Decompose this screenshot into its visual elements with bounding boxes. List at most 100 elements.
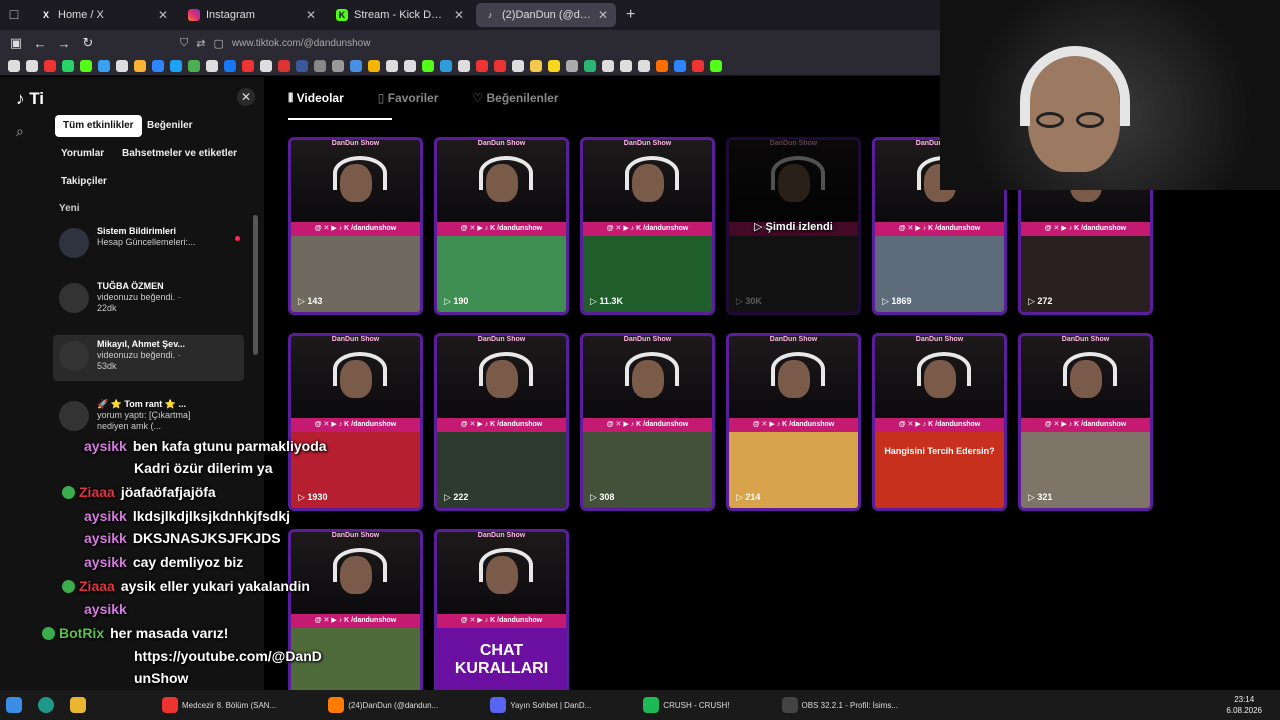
bookmark-icon[interactable] (620, 59, 632, 72)
filter-all-activity[interactable]: Tüm etkinlikler (55, 115, 142, 137)
bookmark-icon[interactable] (656, 59, 668, 72)
bookmark-icon[interactable] (8, 59, 20, 72)
video-thumbnail[interactable]: DanDun Show @ ✕ ▶ ♪ K /dandunshow ▷ 321 (1018, 333, 1153, 511)
bookmark-icon[interactable] (152, 59, 164, 72)
close-tab-icon[interactable]: ✕ (158, 8, 168, 22)
bookmark-icon[interactable] (242, 59, 254, 72)
bookmark-icon[interactable] (44, 59, 56, 72)
bookmark-icon[interactable] (566, 59, 578, 72)
bookmark-icon[interactable] (80, 59, 92, 72)
start-button[interactable] (0, 694, 32, 716)
notification-item[interactable]: 🚀 ⭐ Tom rant ⭐ ... yorum yaptı: [Çıkartm… (53, 395, 244, 441)
bookmark-icon[interactable] (368, 59, 380, 72)
bookmark-icon[interactable] (224, 59, 236, 72)
glasses (1030, 112, 1120, 128)
notification-item[interactable]: Mikayıl, Ahmet Şev... videonuzu beğendi.… (53, 335, 244, 381)
bookmark-icon[interactable] (386, 59, 398, 72)
bookmark-icon[interactable] (332, 59, 344, 72)
bookmark-icon[interactable] (476, 59, 488, 72)
notification-item[interactable]: Sistem Bildirimleri Hesap Güncellemeleri… (53, 222, 244, 268)
bookmark-icon[interactable] (530, 59, 542, 72)
video-thumbnail[interactable]: DanDun Show @ ✕ ▶ ♪ K /dandunshow ▷ 11.3K (580, 137, 715, 315)
bookmark-icon[interactable] (206, 59, 218, 72)
edge-button[interactable] (32, 694, 64, 716)
show-logo: DanDun Show (769, 140, 818, 147)
tiktok-logo[interactable]: ♪ Ti (16, 89, 44, 109)
new-tab-icon[interactable]: + (626, 6, 635, 24)
chat-username: Ziaaa (79, 484, 115, 500)
bookmark-icon[interactable] (512, 59, 524, 72)
bookmark-icon[interactable] (134, 59, 146, 72)
notification-item[interactable]: TUĞBA ÖZMEN videonuzu beğendi. · 22dk (53, 277, 244, 323)
close-icon[interactable]: ✕ (237, 88, 255, 106)
bookmark-icon[interactable] (314, 59, 326, 72)
close-tab-icon[interactable]: ✕ (454, 8, 464, 22)
tab-instagram[interactable]: Instagram ✕ (180, 3, 324, 27)
bookmark-icon[interactable] (278, 59, 290, 72)
tab-x[interactable]: X Home / X ✕ (32, 3, 176, 27)
address-bar[interactable]: ⛉ ⇄ ▢ www.tiktok.com/@dandunshow (180, 37, 370, 50)
video-thumbnail[interactable]: DanDun Show @ ✕ ▶ ♪ K /dandunshow ▷ 1930 (288, 333, 423, 511)
video-thumbnail[interactable]: DanDun Show @ ✕ ▶ ♪ K /dandunshow (288, 529, 423, 707)
tab-liked[interactable]: ♡ Beğenilenler (472, 91, 558, 106)
tab-kick-dashboard[interactable]: K Stream - Kick Dashboard ✕ (328, 3, 472, 27)
bookmark-icon[interactable] (584, 59, 596, 72)
bookmark-icon[interactable] (638, 59, 650, 72)
scrollbar[interactable] (253, 215, 258, 355)
bookmark-icon[interactable] (440, 59, 452, 72)
bookmark-icon[interactable] (404, 59, 416, 72)
tab-videos[interactable]: ⦀ Videolar (288, 91, 344, 106)
filter-comments[interactable]: Yorumlar (53, 143, 112, 165)
taskbar-app[interactable]: Medcezir 8. Bölüm (SAN... (156, 694, 282, 716)
back-icon[interactable]: ← (28, 36, 52, 51)
bookmark-icon[interactable] (494, 59, 506, 72)
bookmark-icon[interactable] (62, 59, 74, 72)
filter-mentions-tags[interactable]: Bahsetmeler ve etiketler (114, 143, 245, 165)
tab-list-icon[interactable]: ☐ (0, 8, 28, 22)
bookmark-icon[interactable] (98, 59, 110, 72)
bookmark-icon[interactable] (710, 59, 722, 72)
close-tab-icon[interactable]: ✕ (306, 8, 316, 22)
bookmark-icon[interactable] (548, 59, 560, 72)
video-thumbnail[interactable]: DanDun Show @ ✕ ▶ ♪ K /dandunshow ▷ 214 (726, 333, 861, 511)
bookmark-icon[interactable] (674, 59, 686, 72)
close-tab-icon[interactable]: ✕ (598, 8, 608, 22)
tab-favorites[interactable]: ▯ Favoriler (378, 91, 439, 106)
bookmark-icon[interactable] (26, 59, 38, 72)
reload-icon[interactable]: ↻ (76, 35, 100, 51)
bookmark-icon[interactable] (602, 59, 614, 72)
bookmark-icon[interactable] (170, 59, 182, 72)
video-thumbnail[interactable]: DanDun Show @ ✕ ▶ ♪ K /dandunshow ▷ 143 (288, 137, 423, 315)
tab-tiktok[interactable]: ♪ (2)DanDun (@dandunshow) | T... ✕ (476, 3, 616, 27)
video-thumbnail[interactable]: DanDun Show @ ✕ ▶ ♪ K /dandunshow CHAT KUR… (434, 529, 569, 707)
taskbar-app[interactable]: (24)DanDun (@dandun... (322, 694, 444, 716)
video-thumbnail[interactable]: DanDun Show @ ✕ ▶ ♪ K /dandunshow Hangisin… (872, 333, 1007, 511)
system-clock[interactable]: 23:14 6.08.2026 (1226, 694, 1262, 716)
bookmark-icon[interactable] (188, 59, 200, 72)
show-logo: DanDun Show (623, 336, 672, 343)
search-icon[interactable]: ⌕ (16, 123, 34, 141)
bookmark-icon[interactable] (116, 59, 128, 72)
filter-likes[interactable]: Beğeniler (139, 115, 201, 137)
video-thumbnail[interactable]: DanDun Show @ ✕ ▶ ♪ K /dandunshow ▷ 308 (580, 333, 715, 511)
taskbar-app[interactable]: Yayın Sohbet | DanD... (484, 694, 597, 716)
video-thumbnail[interactable]: DanDun Show @ ✕ ▶ ♪ K /dandunshow ▷ 190 (434, 137, 569, 315)
avatar[interactable] (59, 283, 89, 313)
explorer-button[interactable] (64, 694, 96, 716)
forward-icon[interactable]: → (52, 36, 76, 51)
bookmark-icon[interactable] (350, 59, 362, 72)
avatar[interactable] (59, 401, 89, 431)
avatar[interactable] (59, 341, 89, 371)
bookmark-icon[interactable] (260, 59, 272, 72)
windows-taskbar: Medcezir 8. Bölüm (SAN... (24)DanDun (@da… (0, 690, 1280, 720)
sidebar-toggle-icon[interactable]: ▣ (4, 35, 28, 51)
taskbar-app[interactable]: OBS 32.2.1 - Profil: İsims... (776, 694, 904, 716)
video-thumbnail[interactable]: DanDun Show @ ✕ ▶ ♪ K /dandunshow ▷ 222 (434, 333, 569, 511)
bookmark-icon[interactable] (458, 59, 470, 72)
bookmark-icon[interactable] (692, 59, 704, 72)
filter-followers[interactable]: Takipçiler (53, 171, 115, 193)
bookmark-icon[interactable] (296, 59, 308, 72)
taskbar-app[interactable]: CRUSH - CRUSH! (637, 694, 735, 716)
bookmark-icon[interactable] (422, 59, 434, 72)
chat-username: aysikk (84, 530, 127, 546)
